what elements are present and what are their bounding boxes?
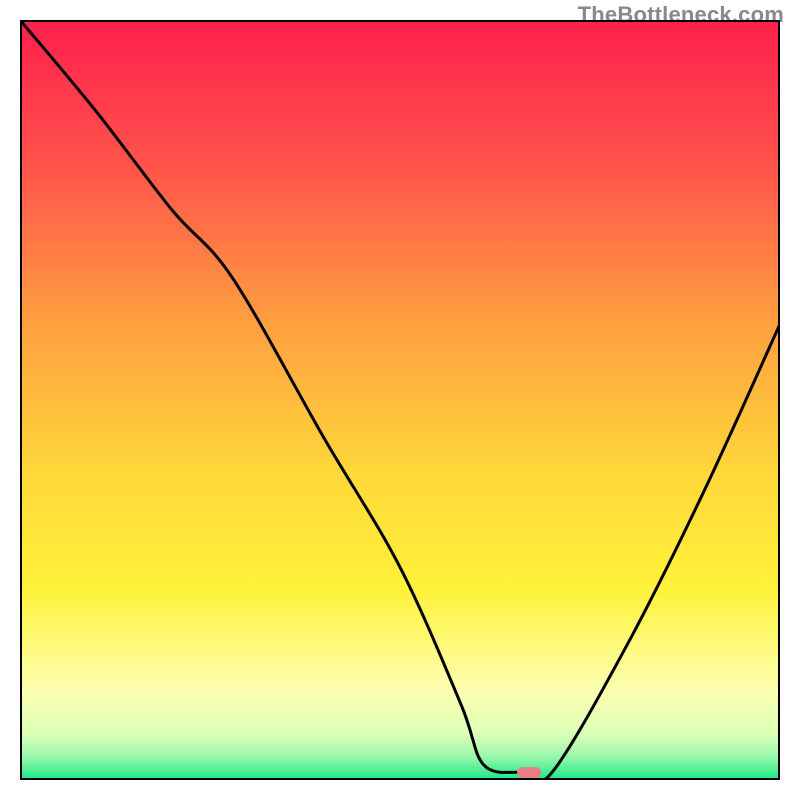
plot-border xyxy=(20,20,780,780)
plot-area xyxy=(20,20,780,780)
chart-frame: TheBottleneck.com xyxy=(0,0,800,800)
